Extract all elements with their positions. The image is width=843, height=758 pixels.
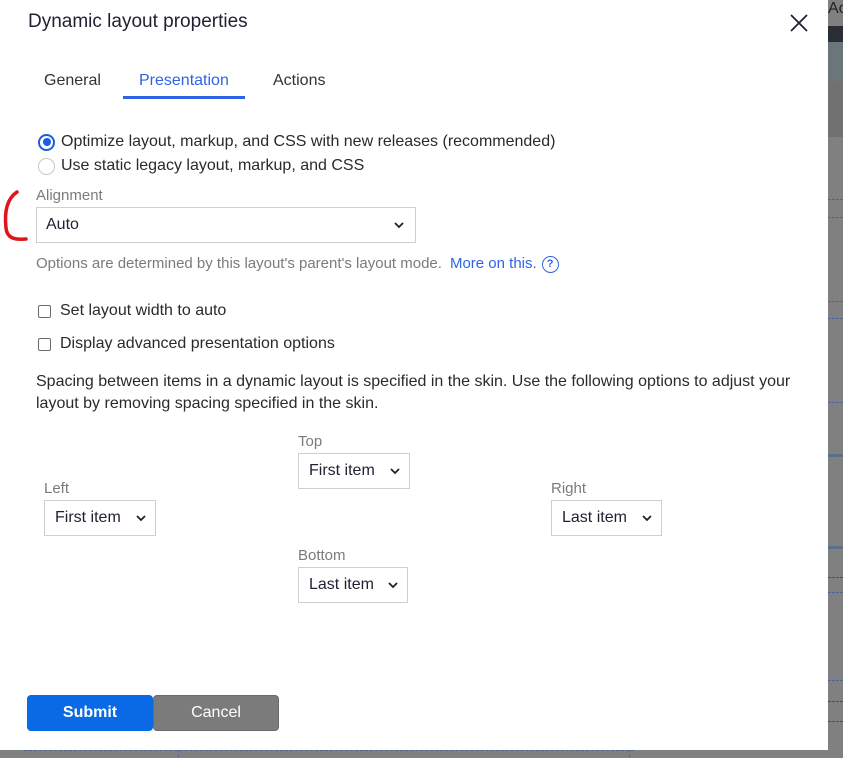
alignment-help: Options are determined by this layout's … xyxy=(36,255,559,273)
checkbox-advanced-presentation[interactable]: Display advanced presentation options xyxy=(38,335,335,353)
spacing-bottom-select[interactable]: Last item xyxy=(298,567,408,603)
spacing-top-select[interactable]: First item xyxy=(298,453,410,489)
dynamic-layout-properties-dialog: Dynamic layout properties General Presen… xyxy=(0,0,828,750)
close-button[interactable] xyxy=(786,10,812,36)
chevron-down-icon xyxy=(390,468,400,475)
spacing-bottom-label: Bottom xyxy=(298,547,346,564)
checkbox-label: Set layout width to auto xyxy=(60,302,227,319)
spacing-top-label: Top xyxy=(298,433,323,450)
spacing-left-label: Left xyxy=(44,480,70,497)
tab-general[interactable]: General xyxy=(28,68,117,94)
background-divider xyxy=(828,402,843,403)
alignment-value: Auto xyxy=(46,216,79,233)
chevron-down-icon xyxy=(136,515,146,522)
background-partial-text: Ac xyxy=(828,0,843,17)
submit-button[interactable]: Submit xyxy=(27,695,153,731)
chevron-down-icon xyxy=(642,515,652,522)
background-divider xyxy=(828,592,843,593)
cancel-button[interactable]: Cancel xyxy=(153,695,279,731)
close-icon xyxy=(790,14,808,32)
background-divider xyxy=(828,577,843,578)
background-divider xyxy=(828,318,843,319)
alignment-select[interactable]: Auto xyxy=(36,207,416,243)
spacing-description: Spacing between items in a dynamic layou… xyxy=(36,373,791,412)
help-question-icon[interactable]: ? xyxy=(541,255,559,273)
background-divider xyxy=(828,701,843,702)
checkbox[interactable] xyxy=(38,304,51,318)
checkbox-layout-width-auto[interactable]: Set layout width to auto xyxy=(38,302,226,320)
tab-presentation[interactable]: Presentation xyxy=(123,68,245,99)
red-annotation-mark xyxy=(3,190,28,241)
alignment-label: Alignment xyxy=(36,187,103,204)
background-divider xyxy=(828,721,843,722)
checkbox[interactable] xyxy=(38,337,51,351)
radio-button-checked[interactable] xyxy=(38,133,55,151)
radio-button-unchecked[interactable] xyxy=(38,157,55,175)
background-band xyxy=(828,42,843,82)
background-divider xyxy=(828,546,843,549)
tab-actions[interactable]: Actions xyxy=(257,68,341,94)
spacing-right-label: Right xyxy=(551,480,587,497)
checkbox-label: Display advanced presentation options xyxy=(60,335,335,352)
background-divider xyxy=(828,680,843,681)
radio-optimize-layout[interactable]: Optimize layout, markup, and CSS with ne… xyxy=(38,133,555,151)
spacing-top-value: First item xyxy=(309,462,375,479)
background-divider xyxy=(828,301,843,302)
spacing-left-select[interactable]: First item xyxy=(44,500,156,536)
chevron-down-icon xyxy=(388,582,398,589)
background-header-bar xyxy=(828,26,843,42)
background-band xyxy=(828,82,843,137)
help-text: Options are determined by this layout's … xyxy=(36,255,442,272)
spacing-bottom-value: Last item xyxy=(309,576,374,593)
radio-label: Use static legacy layout, markup, and CS… xyxy=(61,157,365,174)
background-table-cell xyxy=(178,750,630,757)
spacing-right-value: Last item xyxy=(562,509,627,526)
spacing-right-select[interactable]: Last item xyxy=(551,500,662,536)
background-divider xyxy=(828,199,843,200)
radio-static-legacy-layout[interactable]: Use static legacy layout, markup, and CS… xyxy=(38,157,364,175)
more-on-this-link[interactable]: More on this. xyxy=(450,255,537,272)
radio-label: Optimize layout, markup, and CSS with ne… xyxy=(61,133,556,150)
background-divider xyxy=(828,454,843,457)
spacing-left-value: First item xyxy=(55,509,121,526)
dialog-title: Dynamic layout properties xyxy=(28,11,248,32)
chevron-down-icon xyxy=(394,222,404,229)
background-divider xyxy=(828,217,843,218)
